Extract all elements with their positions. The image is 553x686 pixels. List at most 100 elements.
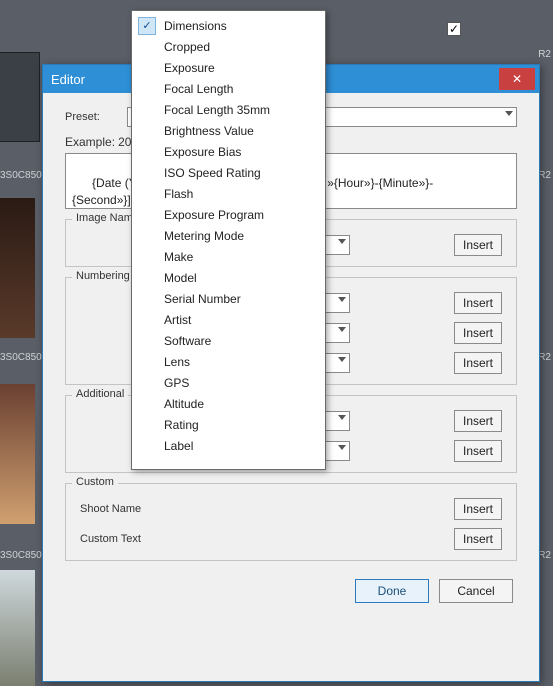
dropdown-item[interactable]: Software <box>134 330 323 351</box>
close-button[interactable]: ✕ <box>499 68 535 90</box>
dropdown-item-label: Serial Number <box>164 292 317 306</box>
dropdown-item-label: Lens <box>164 355 317 369</box>
check-icon <box>138 290 156 308</box>
check-icon <box>138 38 156 56</box>
dropdown-popup: ✓ Dimensions Cropped Exposure Focal Length Fo… <box>131 10 326 470</box>
check-icon <box>138 101 156 119</box>
check-icon <box>138 353 156 371</box>
bg-filename-trunc: R2 <box>538 352 551 363</box>
check-icon <box>138 248 156 266</box>
done-button[interactable]: Done <box>355 579 429 603</box>
check-icon <box>138 206 156 224</box>
insert-button[interactable]: Insert <box>454 440 502 462</box>
preset-label: Preset: <box>65 111 127 123</box>
dropdown-item-label: Model <box>164 271 317 285</box>
chevron-down-icon <box>338 357 346 362</box>
dropdown-item-label: Flash <box>164 187 317 201</box>
dropdown-item-label: Cropped <box>164 40 317 54</box>
dropdown-item-label: Focal Length 35mm <box>164 103 317 117</box>
dropdown-item-label: Brightness Value <box>164 124 317 138</box>
close-icon: ✕ <box>512 72 522 86</box>
insert-button[interactable]: Insert <box>454 234 502 256</box>
bg-filename-trunc: 3S0C850 <box>0 352 42 363</box>
example-label: Example: <box>65 135 115 149</box>
dropdown-item[interactable]: Metering Mode <box>134 225 323 246</box>
dropdown-item[interactable]: ✓ Dimensions <box>134 15 323 36</box>
dropdown-item-label: Rating <box>164 418 317 432</box>
chevron-down-icon <box>338 239 346 244</box>
dropdown-item-label: Exposure <box>164 61 317 75</box>
dropdown-item-label: Exposure Bias <box>164 145 317 159</box>
dropdown-item-label: Focal Length <box>164 82 317 96</box>
bg-filename-trunc: 3S0C850 <box>0 170 42 181</box>
bg-thumbnail <box>0 52 40 142</box>
check-icon <box>138 59 156 77</box>
chevron-down-icon <box>338 445 346 450</box>
dropdown-item[interactable]: Focal Length 35mm <box>134 99 323 120</box>
dropdown-item[interactable]: Exposure Bias <box>134 141 323 162</box>
check-icon <box>138 311 156 329</box>
bg-thumbnail-image <box>0 198 35 338</box>
dropdown-item[interactable]: ISO Speed Rating <box>134 162 323 183</box>
dropdown-item-label: Artist <box>164 313 317 327</box>
dropdown-item[interactable]: Brightness Value <box>134 120 323 141</box>
dropdown-item[interactable]: Flash <box>134 183 323 204</box>
dropdown-item-label: Metering Mode <box>164 229 317 243</box>
dropdown-item-label: Make <box>164 250 317 264</box>
check-icon <box>138 374 156 392</box>
dropdown-item[interactable]: Altitude <box>134 393 323 414</box>
group-title: Custom <box>72 476 118 488</box>
chevron-down-icon <box>338 297 346 302</box>
chevron-down-icon <box>505 111 513 116</box>
check-icon: ✓ <box>138 17 156 35</box>
insert-button[interactable]: Insert <box>454 292 502 314</box>
insert-button[interactable]: Insert <box>454 352 502 374</box>
bg-thumbnail-image <box>0 384 35 524</box>
insert-button[interactable]: Insert <box>454 528 502 550</box>
check-icon <box>138 185 156 203</box>
check-icon <box>138 416 156 434</box>
dropdown-item[interactable]: Rating <box>134 414 323 435</box>
bg-filename-trunc: R2 <box>538 170 551 181</box>
check-icon <box>138 164 156 182</box>
dropdown-item-label: GPS <box>164 376 317 390</box>
dropdown-item[interactable]: Cropped <box>134 36 323 57</box>
check-icon <box>138 269 156 287</box>
dropdown-item[interactable]: Make <box>134 246 323 267</box>
check-icon <box>138 332 156 350</box>
bg-checkbox[interactable]: ✓ <box>447 22 461 36</box>
dropdown-item[interactable]: Focal Length <box>134 78 323 99</box>
check-icon <box>138 122 156 140</box>
check-icon <box>138 227 156 245</box>
dropdown-item[interactable]: Serial Number <box>134 288 323 309</box>
bg-filename-trunc: R2 <box>538 550 551 561</box>
dropdown-item[interactable]: Lens <box>134 351 323 372</box>
custom-text-label: Custom Text <box>80 533 180 545</box>
dropdown-item[interactable]: Label <box>134 435 323 456</box>
cancel-button[interactable]: Cancel <box>439 579 513 603</box>
bg-filename-trunc: R2 <box>538 49 551 60</box>
dropdown-item[interactable]: GPS <box>134 372 323 393</box>
dropdown-item[interactable]: Model <box>134 267 323 288</box>
bg-thumbnail-image <box>0 570 35 686</box>
dropdown-item-label: Dimensions <box>164 19 317 33</box>
check-icon <box>138 143 156 161</box>
dropdown-item[interactable]: Exposure Program <box>134 204 323 225</box>
dropdown-item[interactable]: Exposure <box>134 57 323 78</box>
group-title: Numbering <box>72 270 134 282</box>
shoot-name-label: Shoot Name <box>80 503 180 515</box>
insert-button[interactable]: Insert <box>454 322 502 344</box>
check-icon <box>138 80 156 98</box>
dropdown-item-label: Label <box>164 439 317 453</box>
check-icon <box>138 395 156 413</box>
chevron-down-icon <box>338 327 346 332</box>
insert-button[interactable]: Insert <box>454 498 502 520</box>
dropdown-item-label: Exposure Program <box>164 208 317 222</box>
dropdown-item[interactable]: Artist <box>134 309 323 330</box>
insert-button[interactable]: Insert <box>454 410 502 432</box>
bg-filename-trunc: 3S0C850 <box>0 550 42 561</box>
chevron-down-icon <box>338 415 346 420</box>
check-icon <box>138 437 156 455</box>
dropdown-item-label: ISO Speed Rating <box>164 166 317 180</box>
dropdown-item-label: Software <box>164 334 317 348</box>
